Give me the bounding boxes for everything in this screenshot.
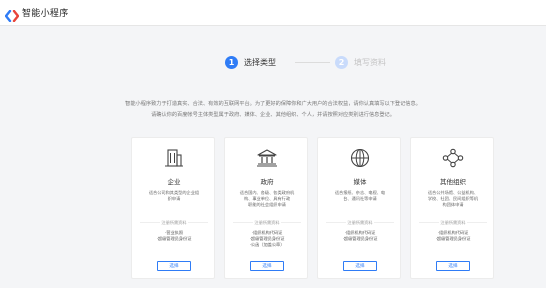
docs-divider: 注册所需资料 <box>419 220 487 225</box>
required-docs-list: ·组织机构代码证 ·超级管理员身份证 <box>318 230 402 242</box>
required-docs-list: ·营业执照 ·超级管理员身份证 <box>132 230 216 242</box>
card-description: 适合国内、各级、各类政府机 构、事业单位、具有行政 职能的社会组织申请 <box>233 190 301 208</box>
select-other-organization-button[interactable]: 选择 <box>436 261 470 271</box>
card-title: 其他组织 <box>440 178 466 186</box>
card-enterprise: 企业 适合公司和其类型的企业组 织申请 注册所需资料 ·营业执照 ·超级管理员身… <box>131 137 215 279</box>
card-title: 政府 <box>260 178 274 186</box>
intro-text-line-1: 智能小程序致力于打造真实、合法、有效的互联网平台。为了更好的保障你和广大用户的合… <box>125 101 421 107</box>
select-government-button[interactable]: 选择 <box>250 261 284 271</box>
required-doc-item: ·超级管理员身份证 <box>342 236 378 241</box>
required-docs-list: ·组织机构代码证 ·超级管理员身份证 ·公函（加盖公章） <box>225 230 309 248</box>
required-doc-item: ·超级管理员身份证 <box>156 236 192 241</box>
select-media-button[interactable]: 选择 <box>343 261 377 271</box>
required-doc-item: ·超级管理员身份证 <box>435 236 471 241</box>
docs-header: 注册所需资料 <box>346 220 374 225</box>
docs-header: 注册所需资料 <box>439 220 467 225</box>
card-title: 媒体 <box>353 178 367 186</box>
intro-text-line-2: 请确认你的百度帐号主体类型属于政府、媒体、企业、其他组织、个人，并请按照对应类别… <box>151 112 395 118</box>
card-description: 适合公司和其类型的企业组 织申请 <box>140 190 208 202</box>
select-enterprise-button[interactable]: 选择 <box>157 261 191 271</box>
step-number: 2 <box>335 56 348 69</box>
card-description: 适合公共场馆、公益机构、 学校、社团、民间组织等机 构团体申请 <box>419 190 487 208</box>
step-select-type: 1 选择类型 <box>225 56 276 69</box>
network-icon <box>442 148 464 168</box>
step-indicator: 1 选择类型 2 填写资料 <box>0 56 546 70</box>
card-other-organization: 其他组织 适合公共场馆、公益机构、 学校、社团、民间组织等机 构团体申请 注册所… <box>410 137 494 279</box>
step-label: 选择类型 <box>244 58 276 67</box>
building-icon <box>163 148 185 168</box>
card-title: 企业 <box>167 178 181 186</box>
card-media: 媒体 适合报纸、杂志、电视、电 台、通讯社等申请 注册所需资料 ·组织机构代码证… <box>317 137 401 279</box>
government-icon <box>256 148 278 168</box>
step-label: 填写资料 <box>354 58 386 67</box>
docs-header: 注册所需资料 <box>253 220 281 225</box>
docs-header: 注册所需资料 <box>160 220 188 225</box>
app-logo-icon[interactable] <box>4 7 20 22</box>
step-number: 1 <box>225 56 238 69</box>
required-docs-list: ·组织机构代码证 ·超级管理员身份证 <box>411 230 495 242</box>
docs-divider: 注册所需资料 <box>326 220 394 225</box>
step-connector <box>295 62 330 63</box>
card-description-line: 台、通讯社等申请 <box>343 196 377 201</box>
app-title: 智能小程序 <box>22 9 69 19</box>
required-doc-item: ·公函（加盖公章） <box>249 242 285 247</box>
docs-divider: 注册所需资料 <box>233 220 301 225</box>
card-description: 适合报纸、杂志、电视、电 台、通讯社等申请 <box>326 190 394 202</box>
card-description-line: 织申请 <box>167 196 181 201</box>
step-fill-info: 2 填写资料 <box>335 56 386 69</box>
docs-divider: 注册所需资料 <box>140 220 208 225</box>
card-description-line: 职能的社会组织申请 <box>248 202 286 207</box>
card-government: 政府 适合国内、各级、各类政府机 构、事业单位、具有行政 职能的社会组织申请 注… <box>224 137 308 279</box>
globe-icon <box>349 148 371 168</box>
top-bar: 智能小程序 <box>0 0 546 26</box>
card-description-line: 构团体申请 <box>442 202 464 207</box>
